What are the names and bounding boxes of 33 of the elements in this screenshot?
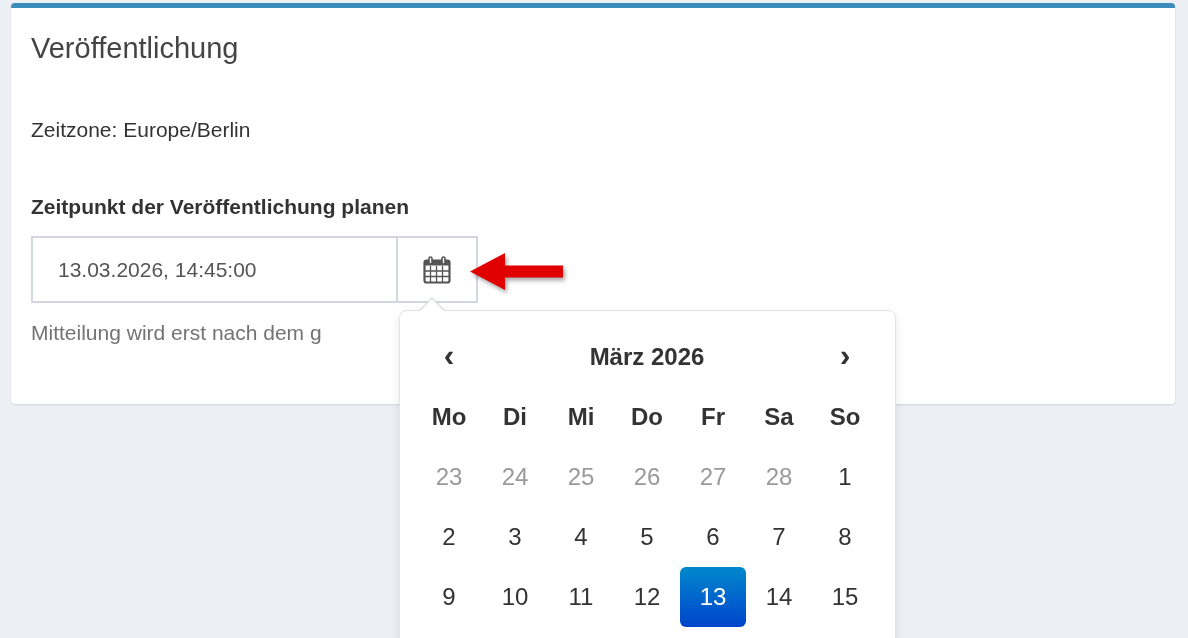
calendar-day[interactable]: 15 xyxy=(812,567,878,627)
calendar-day[interactable]: 8 xyxy=(812,507,878,567)
field-label: Zeitpunkt der Veröffentlichung planen xyxy=(31,194,410,220)
calendar-day[interactable]: 1 xyxy=(812,447,878,507)
month-title[interactable]: März 2026 xyxy=(589,343,705,371)
calendar-day[interactable]: 13 xyxy=(680,567,746,627)
calendar-day[interactable]: 5 xyxy=(614,507,680,567)
calendar-day[interactable]: 10 xyxy=(482,567,548,627)
calendar-day[interactable]: 6 xyxy=(680,507,746,567)
weekday-label: Sa xyxy=(764,403,794,431)
weekday-label: Fr xyxy=(701,403,725,431)
calendar-day[interactable]: 14 xyxy=(746,567,812,627)
calendar-day[interactable]: 11 xyxy=(548,567,614,627)
calendar-day[interactable]: 12 xyxy=(614,567,680,627)
datetime-input[interactable]: 13.03.2026, 14:45:00 xyxy=(31,236,396,303)
weekday-label: Mi xyxy=(567,403,595,431)
calendar-day[interactable]: 9 xyxy=(416,567,482,627)
calendar-day[interactable]: 3 xyxy=(482,507,548,567)
calendar-icon xyxy=(423,255,451,284)
next-month-button[interactable]: › xyxy=(831,337,859,377)
weekday-label: Mo xyxy=(431,403,467,431)
help-text: Mitteilung wird erst nach dem g xyxy=(31,320,322,346)
weekday-label: Di xyxy=(503,403,527,431)
weekday-label: Do xyxy=(631,403,663,431)
calendar-day[interactable]: 7 xyxy=(746,507,812,567)
weekday-label: So xyxy=(829,403,861,431)
calendar-button[interactable] xyxy=(396,236,478,303)
prev-month-button[interactable]: ‹ xyxy=(435,337,463,377)
panel-title: Veröffentlichung xyxy=(31,31,239,66)
calendar-day[interactable]: 4 xyxy=(548,507,614,567)
timezone-text: Zeitzone: Europe/Berlin xyxy=(31,117,251,143)
calendar-day[interactable]: 2 xyxy=(416,507,482,567)
arrow-icon xyxy=(470,253,563,290)
